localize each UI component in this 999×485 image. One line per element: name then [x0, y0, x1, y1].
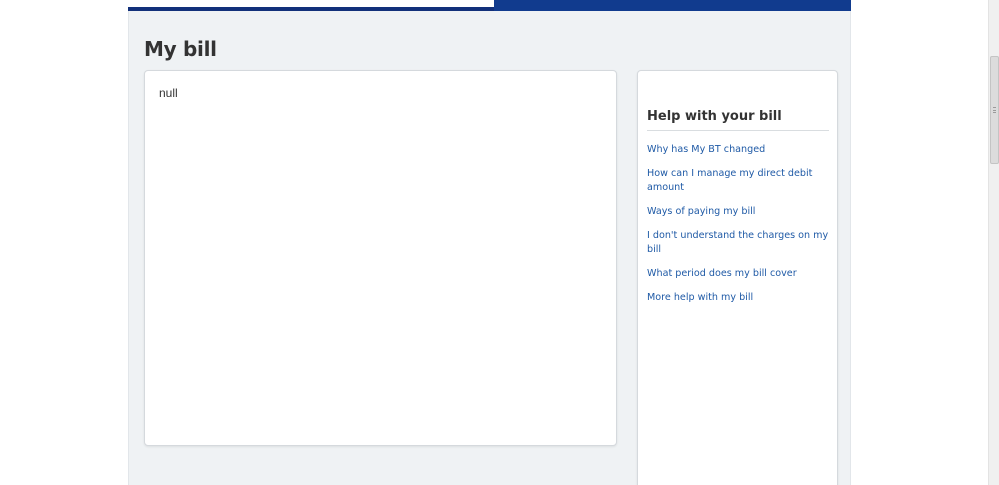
vertical-scrollbar[interactable] — [988, 0, 999, 485]
help-link-why-my-bt-changed[interactable]: Why has My BT changed — [647, 144, 765, 155]
nav-tab-inactive[interactable] — [128, 0, 494, 11]
help-link-bill-period[interactable]: What period does my bill cover — [647, 268, 797, 279]
nav-tab-active[interactable] — [494, 0, 851, 11]
main-content: My bill null Help with your bill Why has… — [128, 11, 851, 485]
help-link-more-help[interactable]: More help with my bill — [647, 292, 753, 303]
scrollbar-thumb[interactable] — [990, 56, 999, 164]
help-link-ways-of-paying[interactable]: Ways of paying my bill — [647, 206, 755, 217]
help-panel-title: Help with your bill — [647, 109, 829, 131]
bill-panel: null — [144, 70, 617, 446]
list-item: How can I manage my direct debit amount — [647, 166, 829, 194]
list-item: Why has My BT changed — [647, 142, 829, 156]
page-title: My bill — [144, 37, 217, 61]
grip-icon — [993, 107, 996, 113]
list-item: More help with my bill — [647, 290, 829, 304]
bill-content-text: null — [159, 86, 178, 100]
page: My bill null Help with your bill Why has… — [0, 0, 999, 485]
list-item: I don't understand the charges on my bil… — [647, 228, 829, 256]
help-link-manage-direct-debit[interactable]: How can I manage my direct debit amount — [647, 168, 812, 193]
top-navigation-strip — [128, 0, 851, 11]
list-item: Ways of paying my bill — [647, 204, 829, 218]
help-links-list: Why has My BT changed How can I manage m… — [647, 142, 829, 314]
list-item: What period does my bill cover — [647, 266, 829, 280]
help-link-understand-charges[interactable]: I don't understand the charges on my bil… — [647, 230, 828, 255]
help-panel: Help with your bill Why has My BT change… — [637, 70, 838, 485]
